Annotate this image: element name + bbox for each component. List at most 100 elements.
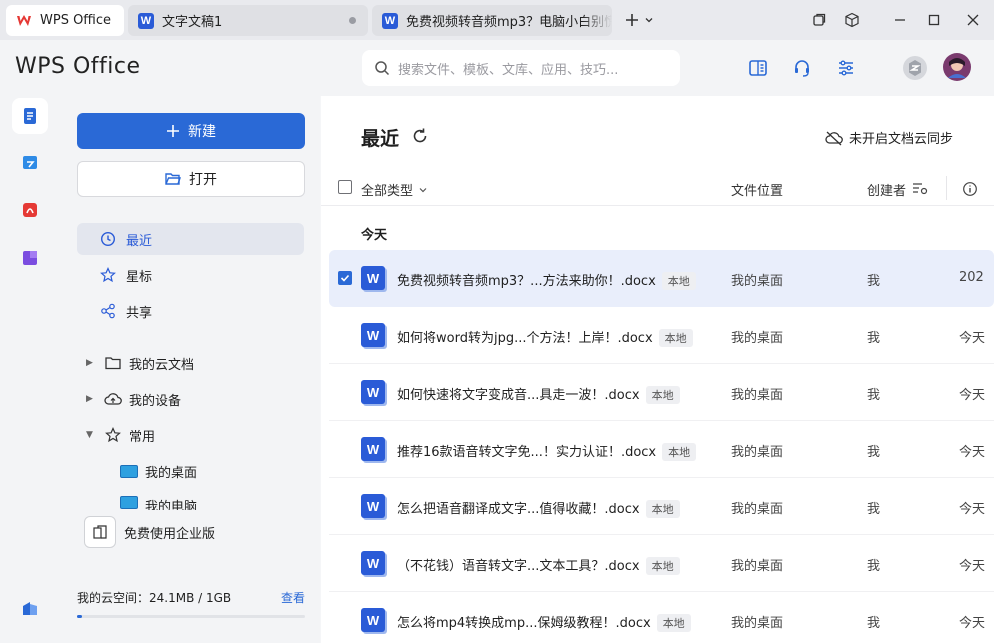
storage-label: 我的云空间：24.1MB / 1GB — [77, 591, 232, 605]
storage-info: 我的云空间：24.1MB / 1GB 查看 — [77, 589, 305, 606]
rail-pdf-icon[interactable] — [12, 192, 48, 228]
check-icon — [340, 274, 350, 282]
cube-icon[interactable] — [840, 8, 864, 32]
open-button[interactable]: 打开 — [77, 161, 305, 197]
table-row[interactable]: W 怎么将mp4转换成mp...保姆级教程！.docx 本地 我的桌面 我 今天 — [329, 592, 994, 643]
rail-cloud-app-icon[interactable] — [12, 590, 48, 626]
column-divider — [946, 176, 947, 200]
nav-item-recent[interactable]: 最近 — [77, 223, 304, 255]
minimize-icon[interactable] — [888, 8, 912, 32]
word-doc-icon: W — [361, 380, 385, 404]
file-date: 今天 — [959, 559, 986, 574]
column-creator[interactable]: 创建者 — [867, 180, 906, 199]
cloud-sync-status[interactable]: 未开启文档云同步 — [825, 128, 953, 147]
close-icon[interactable] — [961, 8, 985, 32]
file-creator: 我 — [867, 616, 881, 631]
expand-arrow-icon[interactable]: ▶ — [86, 358, 98, 368]
maximize-icon[interactable] — [922, 8, 946, 32]
folder-open-icon — [165, 172, 181, 186]
nav-item-label: 共享 — [126, 305, 153, 321]
tab-label: 文字文稿1 — [162, 15, 223, 30]
file-name[interactable]: （不花钱）语音转文字...文本工具？.docx 本地 — [397, 555, 680, 575]
storage-view-link[interactable]: 查看 — [281, 589, 305, 606]
nav-item-starred[interactable]: 星标 — [77, 259, 304, 291]
word-doc-icon: W — [361, 266, 385, 290]
tab-doc-2[interactable]: W 免费视频转音频mp3？电脑小白别慌！ — [372, 5, 612, 36]
app-logo: WPS Office — [15, 54, 141, 79]
expand-arrow-icon[interactable]: ▶ — [86, 394, 98, 404]
enterprise-button[interactable]: 免费使用企业版 — [77, 514, 305, 550]
file-date: 今天 — [959, 616, 986, 631]
open-button-label: 打开 — [189, 172, 217, 188]
collapse-arrow-icon[interactable]: ▼ — [86, 430, 98, 440]
file-name[interactable]: 怎么将mp4转换成mp...保姆级教程！.docx 本地 — [397, 612, 691, 632]
type-filter-dropdown[interactable]: 全部类型 — [361, 180, 428, 199]
file-name[interactable]: 推荐16款语音转文字免...！实力认证！.docx 本地 — [397, 441, 697, 461]
tree-item-devices[interactable]: ▶ 我的设备 — [86, 384, 181, 414]
file-name-text: 推荐16款语音转文字免...！实力认证！.docx — [397, 445, 657, 460]
file-creator: 我 — [867, 445, 881, 460]
select-all-checkbox[interactable] — [338, 180, 352, 194]
file-name-text: 怎么将mp4转换成mp...保姆级教程！.docx — [397, 616, 651, 631]
reading-mode-icon[interactable] — [746, 56, 770, 80]
local-badge: 本地 — [645, 500, 680, 518]
type-filter-label: 全部类型 — [361, 184, 414, 199]
table-row[interactable]: W 免费视频转音频mp3？...方法来助你！.docx 本地 我的桌面 我 202 — [329, 250, 994, 307]
file-name[interactable]: 如何将word转为jpg...个方法！上岸！.docx 本地 — [397, 327, 693, 347]
nav-item-shared[interactable]: 共享 — [77, 295, 304, 327]
refresh-icon[interactable] — [411, 127, 429, 145]
tree-item-common[interactable]: ▼ 常用 — [86, 420, 155, 450]
settings-sliders-icon[interactable] — [834, 56, 858, 80]
membership-badge-icon[interactable] — [901, 54, 929, 82]
search-placeholder: 搜索文件、模板、文库、应用、技巧... — [398, 62, 619, 78]
file-creator: 我 — [867, 559, 881, 574]
file-name-text: 免费视频转音频mp3？...方法来助你！.docx — [397, 274, 656, 289]
local-badge: 本地 — [661, 272, 696, 290]
table-row[interactable]: W 如何将word转为jpg...个方法！上岸！.docx 本地 我的桌面 我 今天 — [329, 307, 994, 364]
tree-item-label: 我的设备 — [129, 393, 182, 409]
file-location: 我的桌面 — [731, 559, 784, 574]
column-location[interactable]: 文件位置 — [731, 180, 783, 199]
word-doc-icon: W — [382, 12, 398, 29]
rail-apps-icon[interactable] — [12, 240, 48, 276]
nav-item-label: 最近 — [126, 233, 153, 249]
avatar[interactable] — [942, 52, 972, 82]
table-row[interactable]: W 推荐16款语音转文字免...！实力认证！.docx 本地 我的桌面 我 今天 — [329, 421, 994, 478]
unsaved-dot-icon[interactable] — [349, 17, 356, 24]
new-button[interactable]: 新建 — [77, 113, 305, 149]
headset-icon[interactable] — [790, 56, 814, 80]
tab-bar: WPS Office W 文字文稿1 W 免费视频转音频mp3？电脑小白别慌！ — [0, 0, 994, 40]
file-name[interactable]: 如何快速将文字变成音...具走一波！.docx 本地 — [397, 384, 680, 404]
rail-docs-icon[interactable] — [12, 98, 48, 134]
restore-window-icon[interactable] — [807, 8, 831, 32]
info-icon[interactable] — [962, 181, 978, 201]
table-row[interactable]: W 怎么把语音翻译成文字...值得收藏！.docx 本地 我的桌面 我 今天 — [329, 478, 994, 535]
table-row[interactable]: W （不花钱）语音转文字...文本工具？.docx 本地 我的桌面 我 今天 — [329, 535, 994, 592]
local-badge: 本地 — [645, 557, 680, 575]
rail-calendar-icon[interactable] — [12, 144, 48, 180]
tree-item-computer[interactable]: 我的电脑 — [120, 492, 197, 510]
file-name[interactable]: 免费视频转音频mp3？...方法来助你！.docx 本地 — [397, 270, 696, 290]
file-name-text: 如何将word转为jpg...个方法！上岸！.docx — [397, 331, 653, 346]
table-row[interactable]: W 如何快速将文字变成音...具走一波！.docx 本地 我的桌面 我 今天 — [329, 364, 994, 421]
enterprise-icon — [84, 516, 116, 548]
file-date: 今天 — [959, 502, 986, 517]
tree-item-cloud-docs[interactable]: ▶ 我的云文档 — [86, 348, 194, 378]
storage-progress-fill — [77, 615, 83, 618]
file-date: 今天 — [959, 331, 986, 346]
tab-doc-1[interactable]: W 文字文稿1 — [128, 5, 368, 36]
column-settings-icon[interactable] — [912, 181, 928, 201]
tree-item-label: 我的云文档 — [129, 357, 195, 373]
file-name[interactable]: 怎么把语音翻译成文字...值得收藏！.docx 本地 — [397, 498, 680, 518]
file-date: 今天 — [959, 388, 986, 403]
tab-list-chevron-icon[interactable] — [640, 8, 658, 32]
file-location: 我的桌面 — [731, 388, 784, 403]
enterprise-label: 免费使用企业版 — [124, 526, 216, 542]
tab-fade — [582, 5, 612, 36]
search-input[interactable]: 搜索文件、模板、文库、应用、技巧... — [362, 50, 680, 86]
row-checkbox[interactable] — [338, 271, 352, 285]
tab-wps-home[interactable]: WPS Office — [6, 5, 124, 36]
tree-item-desktop[interactable]: 我的桌面 — [120, 456, 197, 486]
word-doc-icon: W — [361, 323, 385, 347]
page-title: 最近 — [361, 128, 400, 150]
